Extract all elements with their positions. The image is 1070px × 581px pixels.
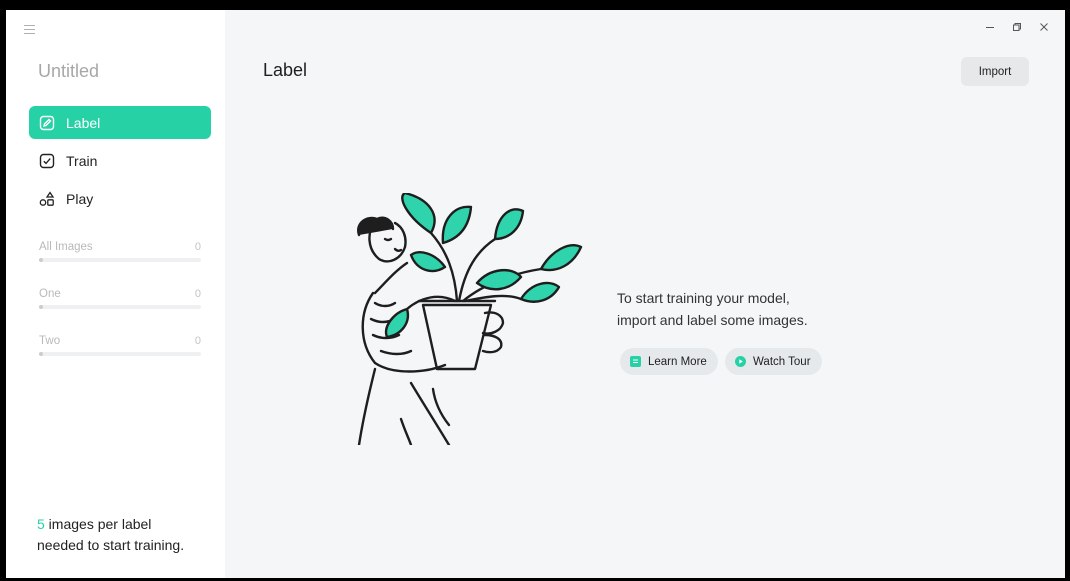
app-window: Untitled Label Train Play All Images 0 O… xyxy=(6,10,1065,578)
document-icon xyxy=(630,356,641,367)
label-progress-bar xyxy=(39,305,201,309)
nav-item-label[interactable]: Label xyxy=(29,106,211,139)
label-count: 0 xyxy=(194,241,201,253)
label-list: All Images 0 One 0 Two 0 xyxy=(39,239,201,380)
project-title[interactable]: Untitled xyxy=(38,61,99,82)
label-row-one[interactable]: One 0 xyxy=(39,286,201,333)
required-image-count: 5 xyxy=(37,516,45,532)
label-row-two[interactable]: Two 0 xyxy=(39,333,201,380)
plant-person-illustration xyxy=(357,193,583,445)
nav-item-label-text: Label xyxy=(66,114,101,131)
close-button[interactable] xyxy=(1030,18,1057,36)
sidebar: Untitled Label Train Play All Images 0 O… xyxy=(6,10,225,578)
label-progress-bar xyxy=(39,352,201,356)
label-name: All Images xyxy=(39,241,93,253)
learn-more-label: Learn More xyxy=(648,355,707,368)
close-icon xyxy=(1039,23,1048,31)
edit-icon xyxy=(39,115,55,131)
watch-tour-button[interactable]: Watch Tour xyxy=(725,348,822,375)
label-progress-fill xyxy=(39,258,43,262)
label-name: One xyxy=(39,288,61,300)
import-button[interactable]: Import xyxy=(961,57,1029,86)
shapes-icon xyxy=(39,190,55,207)
empty-state-message: To start training your model, import and… xyxy=(617,287,877,331)
note-line-2: needed to start training. xyxy=(37,537,185,553)
minimize-button[interactable] xyxy=(976,18,1003,36)
label-row-all-images[interactable]: All Images 0 xyxy=(39,239,201,286)
page-title: Label xyxy=(263,60,308,80)
label-name: Two xyxy=(39,335,61,347)
empty-state-line-1: To start training your model, xyxy=(617,290,790,306)
label-count: 0 xyxy=(194,335,201,347)
note-line-1: images per label xyxy=(44,516,152,532)
nav-item-play-text: Play xyxy=(66,190,94,207)
window-controls xyxy=(976,18,1057,36)
restore-button[interactable] xyxy=(1003,18,1030,36)
restore-icon xyxy=(1012,23,1021,31)
minimize-icon xyxy=(985,27,994,28)
nav-item-play[interactable]: Play xyxy=(29,182,211,215)
check-square-icon xyxy=(39,153,55,169)
nav-item-train[interactable]: Train xyxy=(29,144,211,177)
play-circle-icon xyxy=(735,356,746,367)
label-progress-fill xyxy=(39,352,43,356)
label-count: 0 xyxy=(194,288,201,300)
watch-tour-label: Watch Tour xyxy=(753,355,811,368)
main-panel: Label Import To start training your mode… xyxy=(225,10,1065,578)
learn-more-button[interactable]: Learn More xyxy=(620,348,718,375)
menu-icon[interactable] xyxy=(24,25,35,34)
label-progress-fill xyxy=(39,305,43,309)
training-requirement-note: 5 images per label needed to start train… xyxy=(37,514,217,556)
empty-state-line-2: import and label some images. xyxy=(617,312,808,328)
label-progress-bar xyxy=(39,258,201,262)
nav-item-train-text: Train xyxy=(66,152,98,169)
